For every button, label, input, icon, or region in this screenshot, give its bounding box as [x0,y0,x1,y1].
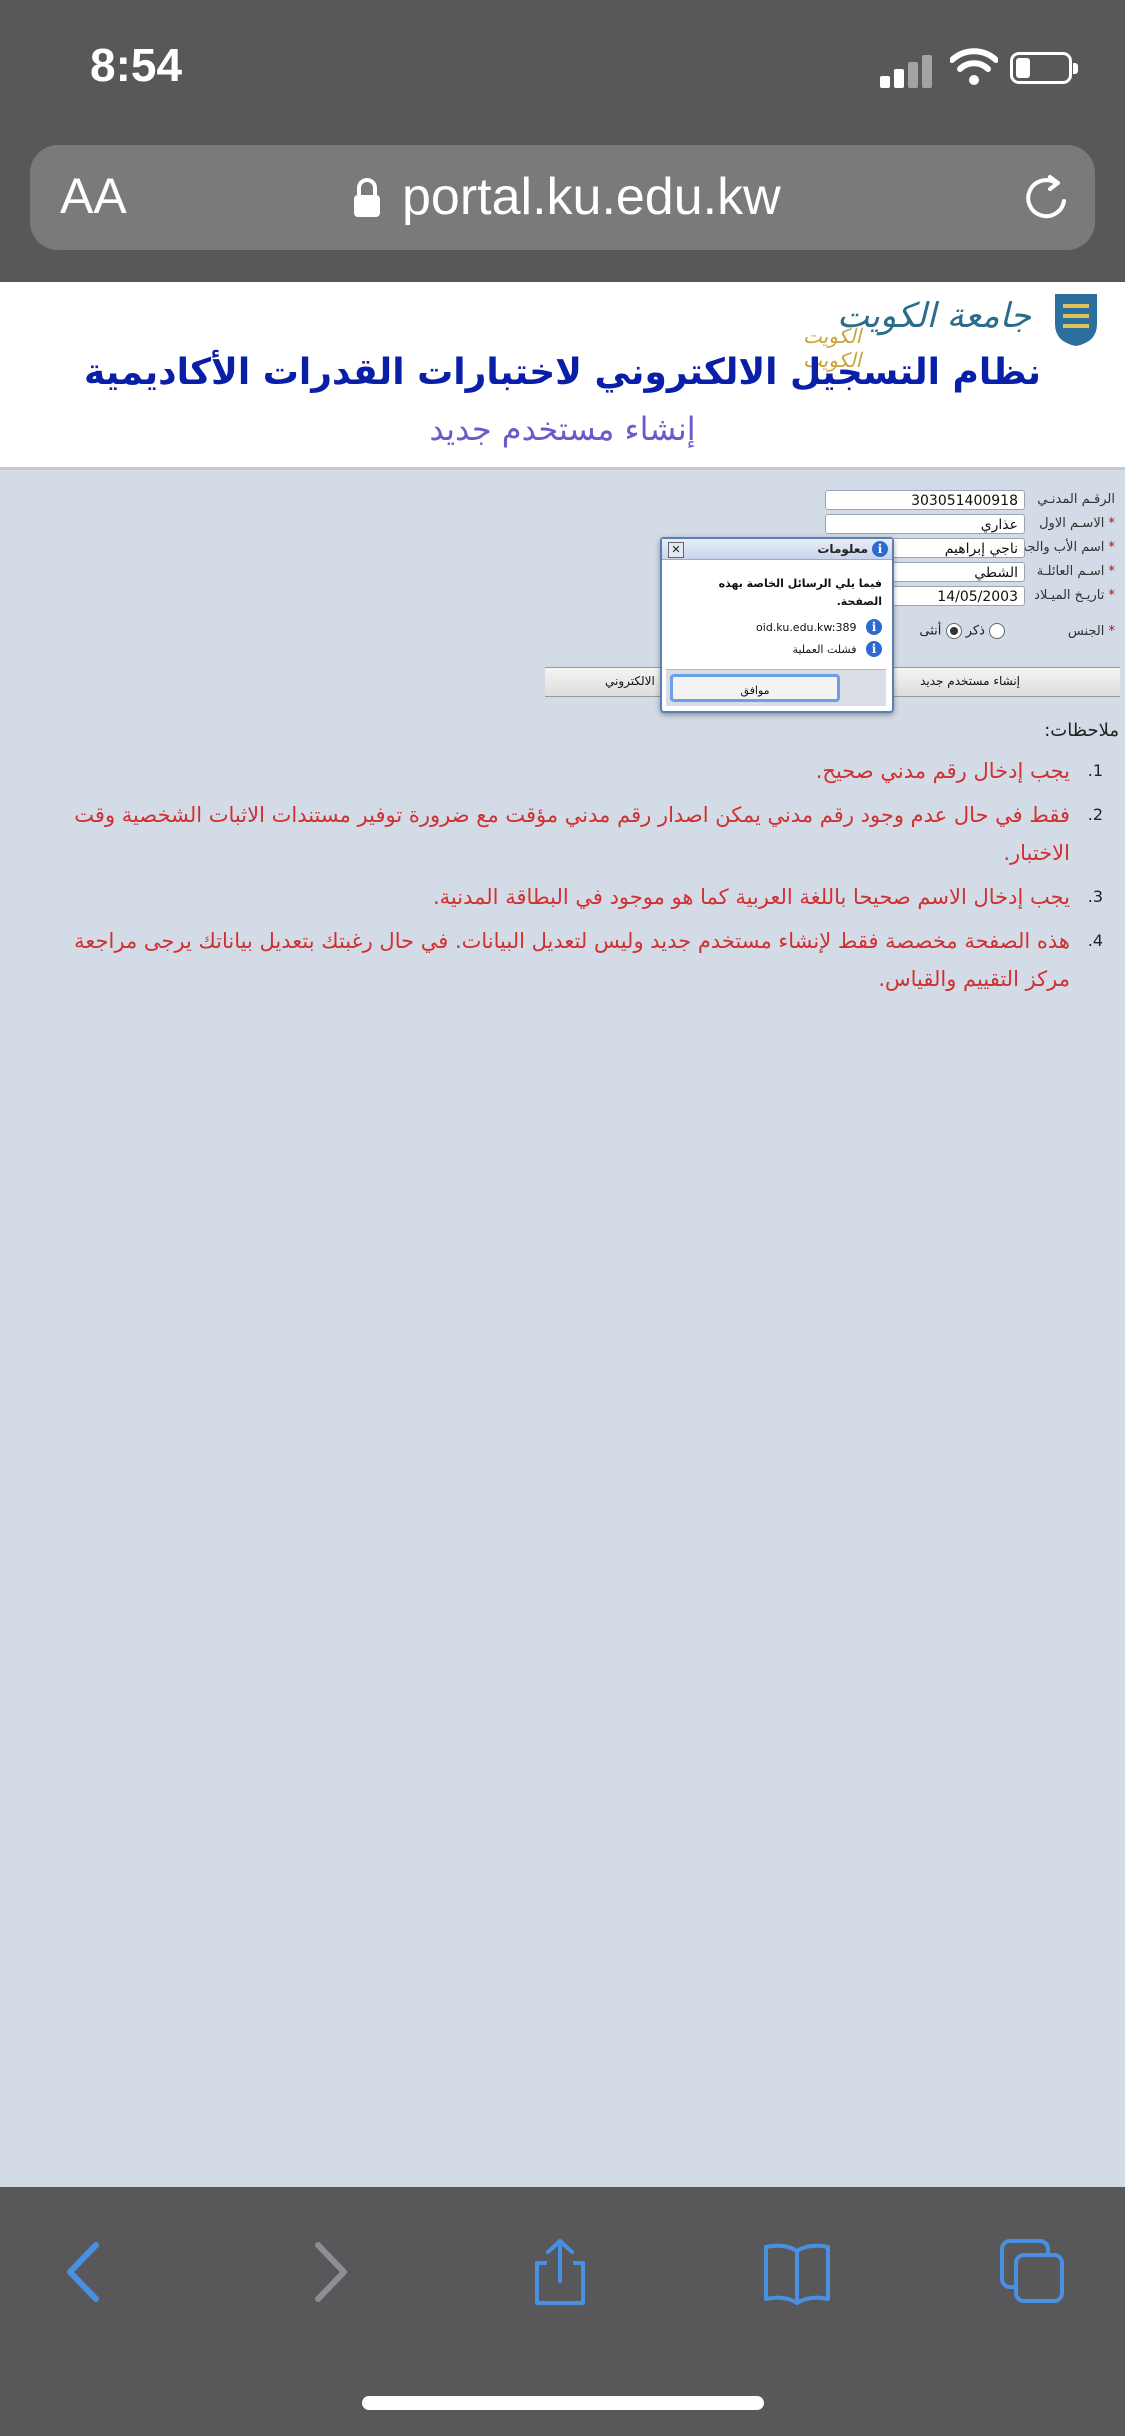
page-subtitle: إنشاء مستخدم جديد [429,410,696,448]
web-page: جامعة الكويت الكويت الكويت نظام التسجيل … [0,282,1125,2187]
university-logo: جامعة الكويت الكويت الكويت [803,290,1103,372]
share-icon[interactable] [525,2237,595,2307]
wifi-icon [950,48,998,85]
info-dialog: i معلومات ✕ فيما يلي الرسائل الخاصة بهذه… [660,537,894,713]
page-header: جامعة الكويت الكويت الكويت نظام التسجيل … [0,282,1125,470]
address-bar[interactable]: AA portal.ku.edu.kw [30,145,1095,250]
info-icon: i [866,641,882,657]
page-title: نظام التسجيل الالكتروني لاختبارات القدرا… [83,352,1042,393]
home-indicator[interactable] [362,2396,764,2410]
gender-male-radio[interactable] [989,623,1005,639]
notes-list: 1. يجب إدخال رقم مدني صحيح. 2. فقط في حال … [25,752,1125,1004]
back-icon[interactable] [52,2237,122,2307]
dialog-footer: موافق [666,669,886,706]
dialog-line-server: i oid.ku.edu.kw:389 [756,619,882,635]
cellular-signal-icon [880,52,936,88]
first-name-label: * الاسـم الاول [1039,516,1115,531]
tabs-icon[interactable] [998,2237,1068,2307]
civil-id-label: الرقـم المدنـي [1037,492,1115,507]
reader-options-button[interactable]: AA [60,167,127,225]
reload-icon[interactable] [1020,171,1074,225]
forward-icon[interactable] [292,2237,362,2307]
dialog-title: معلومات [817,542,868,556]
list-item: 4. هذه الصفحة مخصصة فقط لإنشاء مستخدم جدي… [74,929,1103,991]
url-text[interactable]: portal.ku.edu.kw [402,167,781,227]
dialog-message: فيما يلي الرسائل الخاصة بهذه الصفحة. [718,577,882,608]
status-time: 8:54 [90,39,183,91]
gender-label-row: * الجنس [1025,622,1115,644]
dialog-line-error: i فشلت العملية [793,641,882,657]
gender-label: * الجنس [1067,624,1115,639]
family-name-label: * اسـم العائلـة [1036,564,1115,579]
close-icon[interactable]: ✕ [668,542,684,558]
notes-title: ملاحظات: [1044,720,1119,741]
bookmarks-icon[interactable] [762,2237,832,2307]
civil-id-row: الرقـم المدنـي 303051400918 [815,490,1115,512]
list-item: 1. يجب إدخال رقم مدني صحيح. [815,759,1103,783]
father-name-label: * اسم الأب والجد [1020,540,1115,555]
battery-icon [1010,52,1078,84]
info-icon: i [872,541,888,557]
info-icon: i [866,619,882,635]
birth-date-label: * تاريـخ الميـلاد [1034,588,1115,603]
civil-id-input[interactable]: 303051400918 [825,490,1025,510]
gender-female-label: أنثى [919,623,942,639]
list-item: 2. فقط في حال عدم وجود رقم مدني يمكن اصدا… [74,803,1103,865]
gender-female-radio[interactable] [945,623,962,639]
first-name-input[interactable]: عذاري [825,514,1025,534]
university-emblem-icon [1055,294,1097,346]
dialog-titlebar: i معلومات ✕ [662,539,892,560]
ok-button[interactable]: موافق [670,674,840,702]
first-name-row: * الاسـم الاول عذاري [815,514,1115,536]
lock-icon [354,178,380,217]
list-item: 3. يجب إدخال الاسم صحيحا باللغة العربية ك… [433,885,1103,909]
gender-options: ذكر أنثى [919,623,1005,639]
email-button[interactable]: الالكتروني [605,674,655,688]
status-bar: 8:54 [0,0,1125,140]
create-user-button[interactable]: إنشاء مستخدم جديد [920,674,1020,688]
gender-male-label: ذكر [965,623,985,639]
